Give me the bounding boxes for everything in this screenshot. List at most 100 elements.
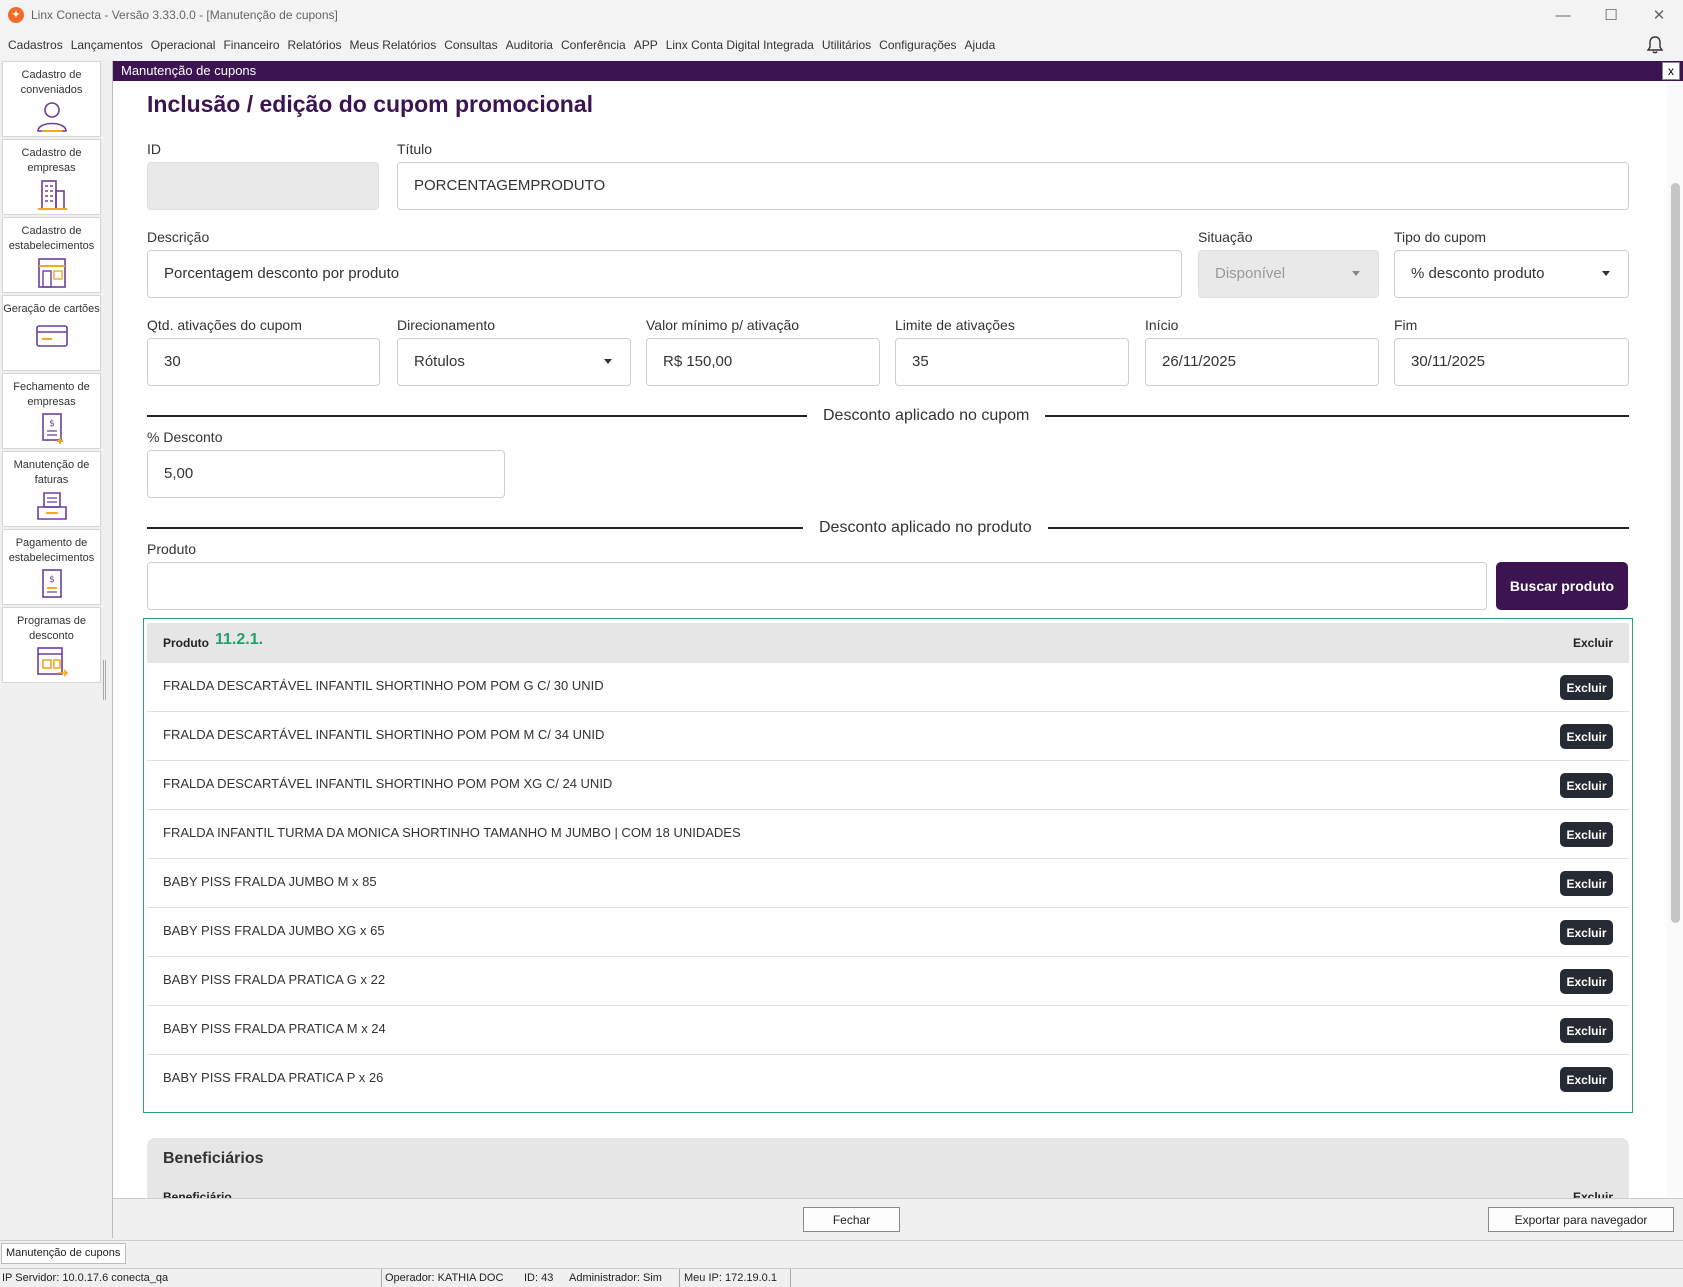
menu-financeiro[interactable]: Financeiro [219, 38, 283, 52]
window-controls: — ☐ ✕ [1539, 0, 1683, 30]
descricao-label: Descrição [147, 229, 210, 245]
menu-consultas[interactable]: Consultas [440, 38, 501, 52]
menu-lancamentos[interactable]: Lançamentos [67, 38, 147, 52]
sidebar-item-label: Manutenção de faturas [13, 459, 90, 486]
column-header-beneficiario: Beneficiário [163, 1190, 232, 1198]
mdi-close-button[interactable]: x [1662, 62, 1680, 80]
sidebar-item-cadastro-estabelecimentos[interactable]: Cadastro de estabelecimentos [2, 217, 101, 293]
chevron-down-icon [1352, 271, 1360, 276]
maximize-button[interactable]: ☐ [1587, 0, 1635, 30]
menu-bar: Cadastros Lançamentos Operacional Financ… [0, 30, 1683, 60]
descricao-value: Porcentagem desconto por produto [164, 265, 400, 282]
fim-label: Fim [1394, 317, 1418, 333]
delete-product-button[interactable]: Excluir [1560, 1067, 1613, 1092]
product-name: FRALDA DESCARTÁVEL INFANTIL SHORTINHO PO… [163, 776, 613, 791]
status-servidor: IP Servidor: 10.0.17.6 conecta_qa [2, 1272, 169, 1284]
sidebar-resize-handle[interactable] [103, 660, 106, 700]
fim-date-input[interactable]: 30/11/2025 [1394, 338, 1629, 386]
task-tab-manutencao-cupons[interactable]: Manutenção de cupons [1, 1243, 126, 1264]
delete-product-button[interactable]: Excluir [1560, 675, 1613, 700]
descricao-input[interactable]: Porcentagem desconto por produto [147, 250, 1182, 298]
qtd-ativacoes-input[interactable]: 30 [147, 338, 380, 386]
sidebar-item-cadastro-conveniados[interactable]: Cadastro de conveniados [2, 61, 101, 137]
menu-auditoria[interactable]: Auditoria [502, 38, 557, 52]
store-icon [37, 258, 66, 288]
scrollbar-thumb[interactable] [1671, 183, 1680, 923]
sidebar-item-programas-desconto[interactable]: Programas de desconto [2, 607, 101, 683]
sidebar: Cadastro de conveniados Cadastro de empr… [0, 60, 104, 1240]
sidebar-item-label: Cadastro de conveniados [20, 69, 83, 96]
table-row: BABY PISS FRALDA PRATICA P x 26 Excluir [147, 1055, 1629, 1104]
menu-ajuda[interactable]: Ajuda [961, 38, 1000, 52]
limite-ativacoes-input[interactable]: 35 [895, 338, 1129, 386]
menu-meus-relatorios[interactable]: Meus Relatórios [346, 38, 441, 52]
valor-minimo-label: Valor mínimo p/ ativação [646, 317, 800, 333]
sidebar-item-pagamento-estabelecimentos[interactable]: Pagamento de estabelecimentos $ [2, 529, 101, 605]
app-logo-icon: ✦ [8, 7, 24, 23]
bell-icon[interactable] [1645, 35, 1665, 55]
situacao-label: Situação [1198, 229, 1253, 245]
menu-configuracoes[interactable]: Configurações [875, 38, 960, 52]
delete-product-button[interactable]: Excluir [1560, 822, 1613, 847]
coupon-maintenance-window: Manutenção de cupons x Inclusão / edição… [112, 61, 1683, 1238]
vertical-scrollbar[interactable] [1667, 83, 1683, 1198]
menu-relatorios[interactable]: Relatórios [284, 38, 346, 52]
close-window-button[interactable]: ✕ [1635, 0, 1683, 30]
sidebar-item-label: Cadastro de estabelecimentos [8, 225, 95, 252]
delete-product-button[interactable]: Excluir [1560, 1018, 1613, 1043]
status-id: ID: 43 [524, 1272, 554, 1284]
sidebar-item-label: Pagamento de estabelecimentos [8, 537, 95, 564]
titulo-input[interactable]: PORCENTAGEMPRODUTO [397, 162, 1629, 210]
window-taskbar: Manutenção de cupons [0, 1240, 1683, 1265]
sidebar-item-geracao-cartoes[interactable]: Geração de cartões [2, 295, 101, 371]
page-title: Inclusão / edição do cupom promocional [147, 91, 594, 117]
invoice-plus-icon: $ [41, 413, 63, 444]
minimize-button[interactable]: — [1539, 0, 1587, 30]
desconto-value: 5,00 [164, 465, 194, 482]
delete-product-button[interactable]: Excluir [1560, 969, 1613, 994]
id-field [147, 162, 379, 210]
sidebar-item-manutencao-faturas[interactable]: Manutenção de faturas [2, 451, 101, 527]
id-label: ID [147, 141, 161, 157]
delete-product-button[interactable]: Excluir [1560, 920, 1613, 945]
product-name: FRALDA DESCARTÁVEL INFANTIL SHORTINHO PO… [163, 727, 605, 742]
section-annotation: 11.2.1. [215, 631, 264, 648]
fechar-button[interactable]: Fechar [803, 1207, 900, 1232]
chevron-down-icon [604, 359, 612, 364]
direcionamento-select[interactable]: Rótulos [397, 338, 631, 386]
menu-operacional[interactable]: Operacional [147, 38, 220, 52]
svg-text:$: $ [49, 575, 55, 585]
menu-conferencia[interactable]: Conferência [557, 38, 630, 52]
exportar-button[interactable]: Exportar para navegador [1488, 1207, 1674, 1232]
mdi-title: Manutenção de cupons [121, 63, 257, 78]
situacao-value: Disponível [1215, 265, 1286, 282]
menu-utilitarios[interactable]: Utilitários [818, 38, 875, 52]
table-row: BABY PISS FRALDA JUMBO M x 85 Excluir [147, 859, 1629, 908]
sidebar-item-cadastro-empresas[interactable]: Cadastro de empresas [2, 139, 101, 215]
sidebar-item-label: Fechamento de empresas [13, 381, 90, 408]
window-footer: Fechar Exportar para navegador [113, 1198, 1683, 1238]
discount-program-icon [36, 647, 68, 677]
status-separator [790, 1269, 791, 1287]
desconto-input[interactable]: 5,00 [147, 450, 505, 498]
section-desconto-cupom: Desconto aplicado no cupom [807, 407, 1046, 425]
direcionamento-value: Rótulos [414, 353, 465, 370]
buscar-produto-button[interactable]: Buscar produto [1496, 562, 1628, 610]
produto-label: Produto [147, 541, 197, 557]
menu-cadastros[interactable]: Cadastros [4, 38, 67, 52]
form-scroll-area: Inclusão / edição do cupom promocional I… [113, 83, 1683, 1198]
status-separator [381, 1269, 382, 1287]
menu-linx-conta-digital[interactable]: Linx Conta Digital Integrada [662, 38, 818, 52]
delete-product-button[interactable]: Excluir [1560, 724, 1613, 749]
delete-product-button[interactable]: Excluir [1560, 773, 1613, 798]
menu-app[interactable]: APP [630, 38, 662, 52]
sidebar-item-fechamento-empresas[interactable]: Fechamento de empresas $ [2, 373, 101, 449]
desconto-label: % Desconto [147, 429, 223, 445]
produto-search-input[interactable] [147, 562, 1487, 610]
delete-product-button[interactable]: Excluir [1560, 871, 1613, 896]
column-header-produto: Produto [163, 636, 209, 650]
column-header-excluir: Excluir [1572, 1190, 1613, 1198]
valor-minimo-input[interactable]: R$ 150,00 [646, 338, 880, 386]
tipo-cupom-select[interactable]: % desconto produto [1394, 250, 1629, 298]
inicio-date-input[interactable]: 26/11/2025 [1145, 338, 1379, 386]
